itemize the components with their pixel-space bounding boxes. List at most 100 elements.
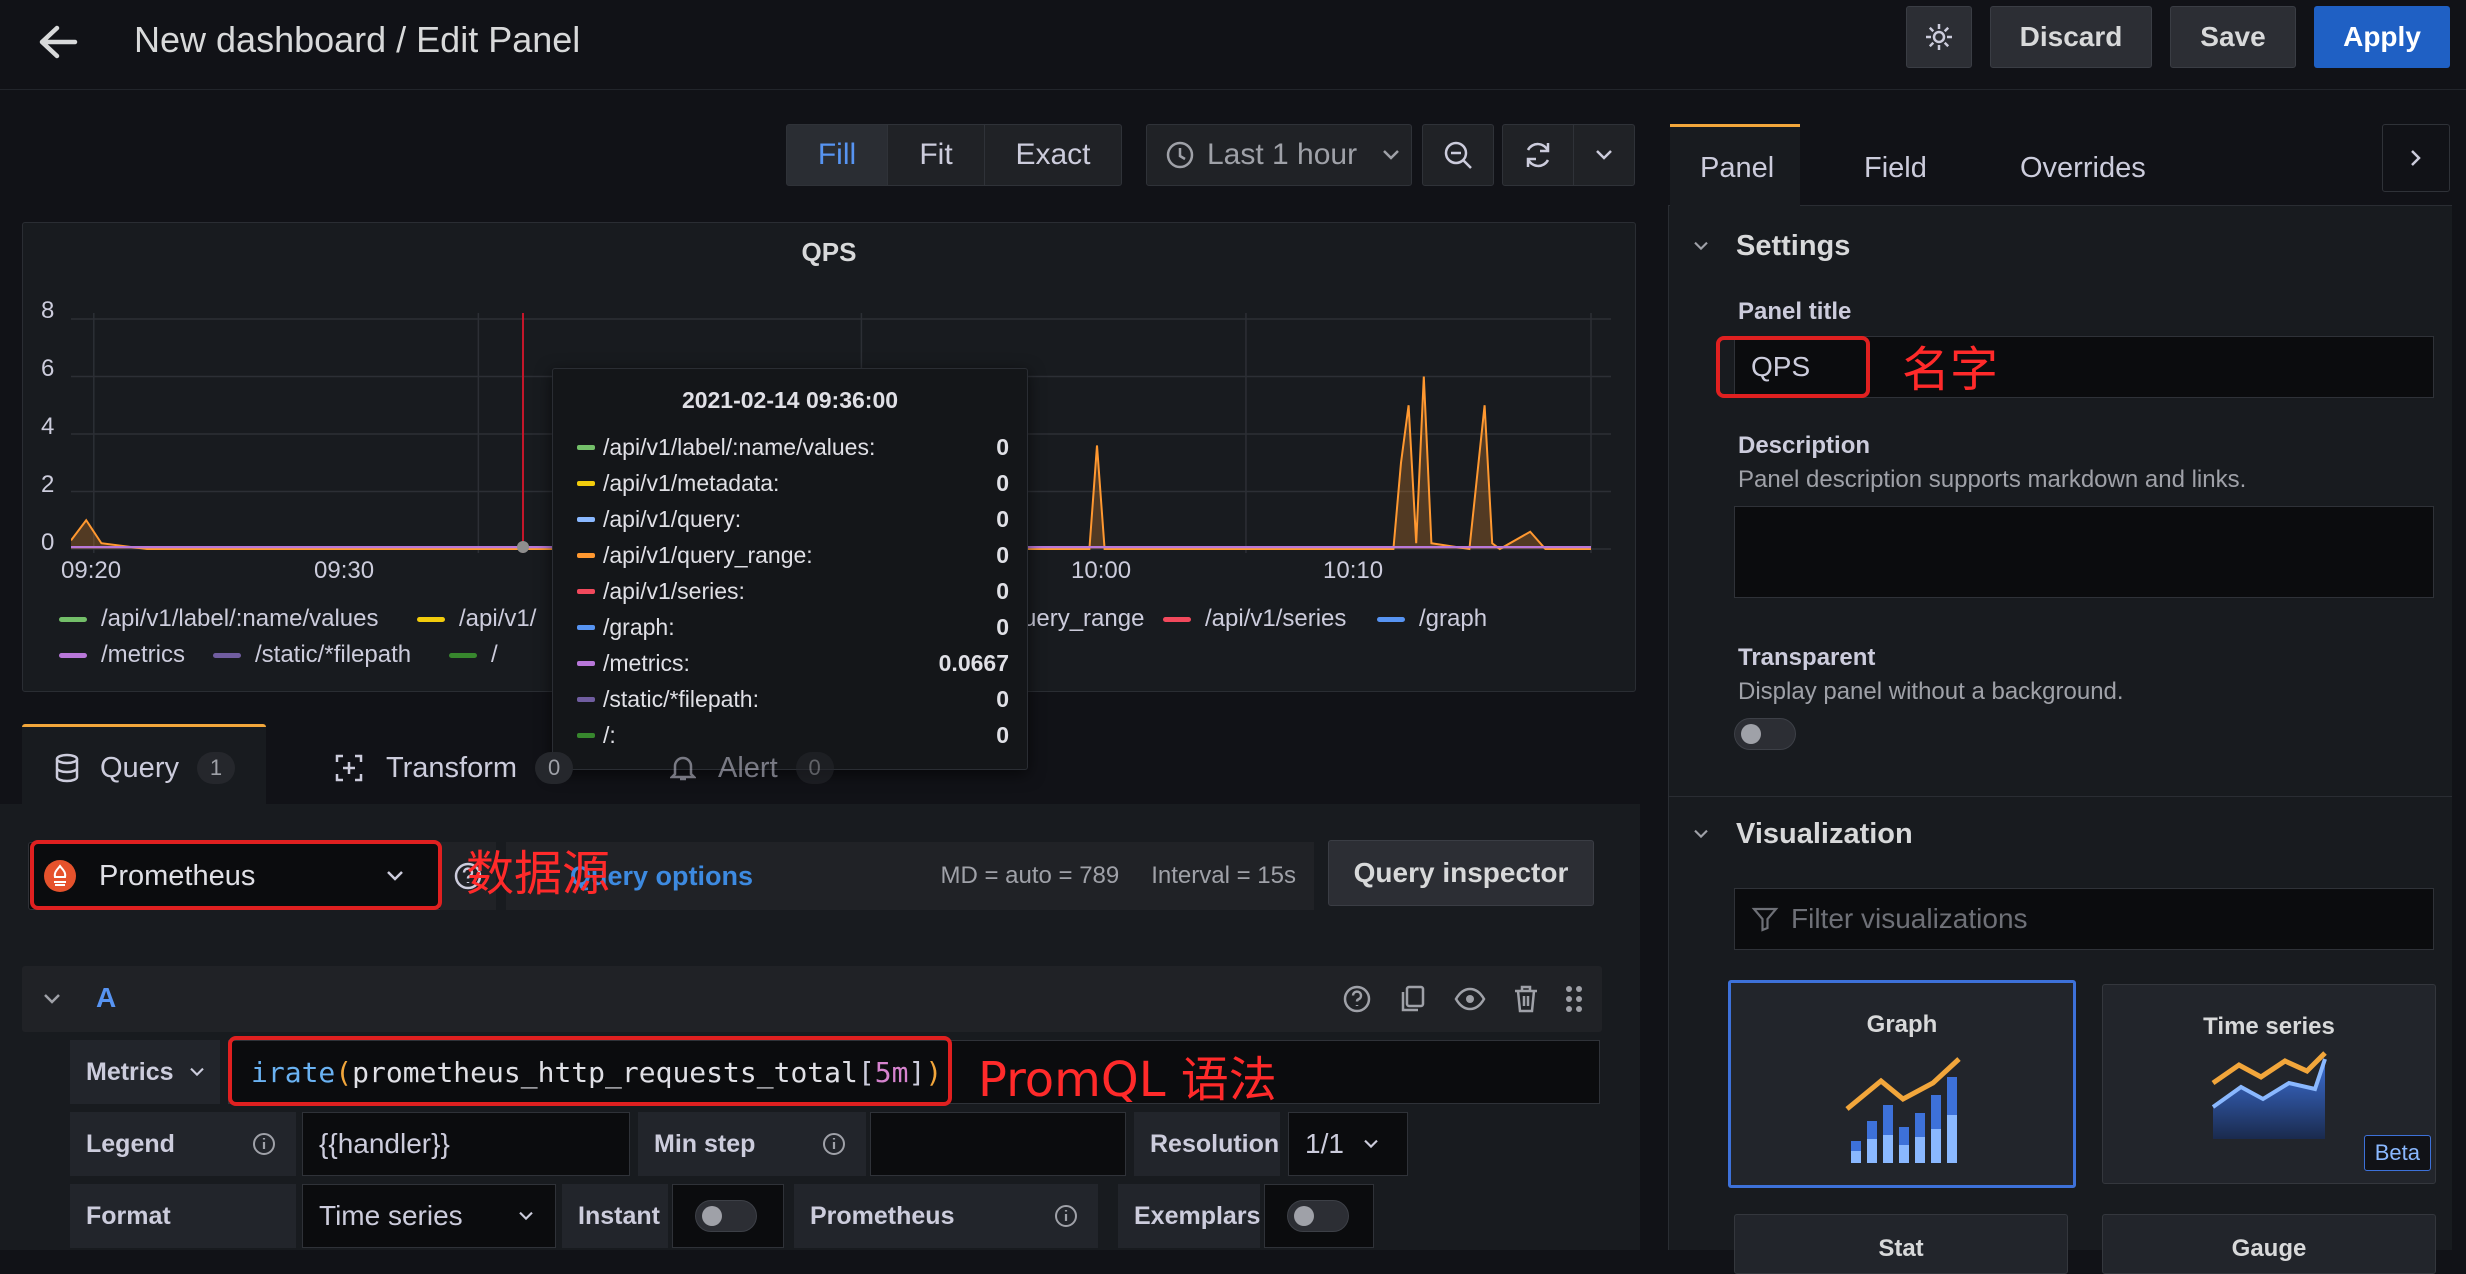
exemplars-toggle[interactable] xyxy=(1287,1200,1349,1232)
query-ref-id[interactable]: A xyxy=(96,982,116,1014)
tab-field[interactable]: Field xyxy=(1864,140,1927,196)
info-icon[interactable] xyxy=(822,1132,846,1156)
info-icon[interactable] xyxy=(1054,1204,1078,1228)
tooltip-series-color xyxy=(577,444,595,450)
gear-icon xyxy=(1926,24,1952,50)
tooltip-series-value: 0 xyxy=(996,721,1009,748)
fill-button[interactable]: Fill xyxy=(786,124,888,186)
exact-button[interactable]: Exact xyxy=(984,124,1122,186)
duplicate-icon[interactable] xyxy=(1398,984,1428,1014)
legend-item[interactable]: /static/*filepath xyxy=(213,641,411,669)
help-circle-icon[interactable] xyxy=(1342,984,1372,1014)
max-data-points: MD = auto = 789 xyxy=(940,862,1120,889)
tooltip-series-value: 0 xyxy=(996,541,1009,568)
drag-handle-icon[interactable] xyxy=(1564,984,1584,1014)
transform-icon xyxy=(335,754,363,782)
tooltip-row: /api/v1/series: 0 xyxy=(577,573,1009,609)
tooltip-row: /static/*filepath: 0 xyxy=(577,681,1009,717)
description-textarea[interactable] xyxy=(1734,506,2434,598)
graph-viz-icon xyxy=(1845,1057,1961,1163)
viz-card-time-series[interactable]: Time series Beta xyxy=(2102,984,2436,1184)
visualization-section-header[interactable]: Visualization xyxy=(1692,812,1913,856)
exemplars-toggle-wrap xyxy=(1264,1184,1374,1248)
min-step-label: Min step xyxy=(638,1112,866,1176)
time-range-label: Last 1 hour xyxy=(1207,138,1358,171)
chevron-right-icon xyxy=(2411,150,2421,166)
transparent-label: Transparent xyxy=(1738,644,1876,671)
settings-section-header[interactable]: Settings xyxy=(1692,224,1850,268)
zoom-out-button[interactable] xyxy=(1422,124,1494,186)
info-icon[interactable] xyxy=(252,1132,276,1156)
viz-card-graph[interactable]: Graph xyxy=(1728,980,2076,1188)
tooltip-time: 2021-02-14 09:36:00 xyxy=(681,387,899,413)
tab-query[interactable]: Query 1 xyxy=(54,740,235,796)
tooltip-series-color xyxy=(577,480,595,486)
y-tick: 6 xyxy=(41,355,55,382)
instant-toggle[interactable] xyxy=(695,1200,757,1232)
refresh-interval-dropdown[interactable] xyxy=(1573,124,1635,186)
collapse-options-button[interactable] xyxy=(2382,124,2450,192)
query-row-header: A xyxy=(22,966,1602,1032)
tooltip-row: /api/v1/label/:name/values: 0 xyxy=(577,429,1009,465)
tab-transform[interactable]: Transform 0 xyxy=(334,740,574,796)
settings-button[interactable] xyxy=(1906,6,1972,68)
apply-button[interactable]: Apply xyxy=(2314,6,2450,68)
legend-color xyxy=(417,616,445,622)
viz-card-gauge[interactable]: Gauge xyxy=(2102,1214,2436,1274)
tooltip-series-name: /api/v1/series: xyxy=(603,577,745,604)
min-step-input[interactable] xyxy=(870,1112,1126,1176)
legend-item[interactable]: /api/v1/series xyxy=(1163,605,1346,633)
query-inspector-button[interactable]: Query inspector xyxy=(1328,840,1594,906)
tab-alert-count: 0 xyxy=(795,752,834,784)
fit-button[interactable]: Fit xyxy=(887,124,985,186)
back-arrow-icon[interactable] xyxy=(30,14,86,70)
zoom-out-icon xyxy=(1444,141,1472,169)
chevron-down-icon xyxy=(1694,829,1708,839)
refresh-button[interactable] xyxy=(1502,124,1574,186)
annotation-promql-label: PromQL 语法 xyxy=(978,1052,1277,1108)
min-interval: Interval = 15s xyxy=(1151,862,1296,889)
legend-item[interactable]: /metrics xyxy=(59,641,185,669)
resolution-select[interactable]: 1/1 xyxy=(1288,1112,1408,1176)
query-options-bar[interactable]: Query options MD = auto = 789 Interval =… xyxy=(506,842,1314,910)
annotation-datasource-label: 数据源 xyxy=(466,846,611,902)
legend-item[interactable]: / xyxy=(449,641,498,669)
tooltip-series-name: /graph: xyxy=(603,613,675,640)
annotation-box-promql xyxy=(228,1036,952,1106)
database-icon xyxy=(55,753,79,783)
trash-icon[interactable] xyxy=(1512,984,1540,1014)
transparent-toggle[interactable] xyxy=(1734,718,1796,750)
format-select[interactable]: Time series xyxy=(302,1184,556,1248)
legend-format-input[interactable]: {{handler}} xyxy=(302,1112,630,1176)
tooltip-series-name: /api/v1/query_range: xyxy=(603,541,813,568)
format-label: Format xyxy=(70,1184,296,1248)
viz-card-title: Graph xyxy=(1866,1011,1938,1038)
tab-overrides[interactable]: Overrides xyxy=(2020,140,2146,196)
filter-visualizations-input[interactable]: Filter visualizations xyxy=(1734,888,2434,950)
prometheus-type-label: Prometheus xyxy=(794,1184,1098,1248)
save-button[interactable]: Save xyxy=(2170,6,2296,68)
tooltip-series-value: 0 xyxy=(996,613,1009,640)
legend-item[interactable]: /api/v1/label/:name/values xyxy=(59,605,379,633)
metrics-dropdown[interactable]: Metrics xyxy=(70,1040,220,1104)
time-range-picker[interactable]: Last 1 hour xyxy=(1146,124,1412,186)
tooltip-series-name: /metrics: xyxy=(603,649,690,676)
collapse-chevron-icon[interactable] xyxy=(42,992,62,1006)
legend-color xyxy=(59,652,87,658)
legend-item[interactable]: /graph xyxy=(1377,605,1487,633)
clock-icon xyxy=(1166,141,1194,169)
eye-icon[interactable] xyxy=(1454,984,1486,1014)
tab-panel[interactable]: Panel xyxy=(1700,140,1774,196)
legend-item[interactable]: uery_range xyxy=(1023,605,1144,633)
tooltip-series-color xyxy=(577,732,595,738)
discard-button[interactable]: Discard xyxy=(1990,6,2152,68)
tooltip-series-color xyxy=(577,660,595,666)
tooltip-series-name: /static/*filepath: xyxy=(603,685,759,712)
legend-color xyxy=(1377,616,1405,622)
tooltip-series-color xyxy=(577,624,595,630)
tooltip-series-value: 0 xyxy=(996,469,1009,496)
viz-card-stat[interactable]: Stat xyxy=(1734,1214,2068,1274)
tab-alert[interactable]: Alert 0 xyxy=(670,740,834,796)
time-series-viz-icon xyxy=(2211,1051,2327,1139)
legend-item[interactable]: /api/v1/ xyxy=(417,605,536,633)
